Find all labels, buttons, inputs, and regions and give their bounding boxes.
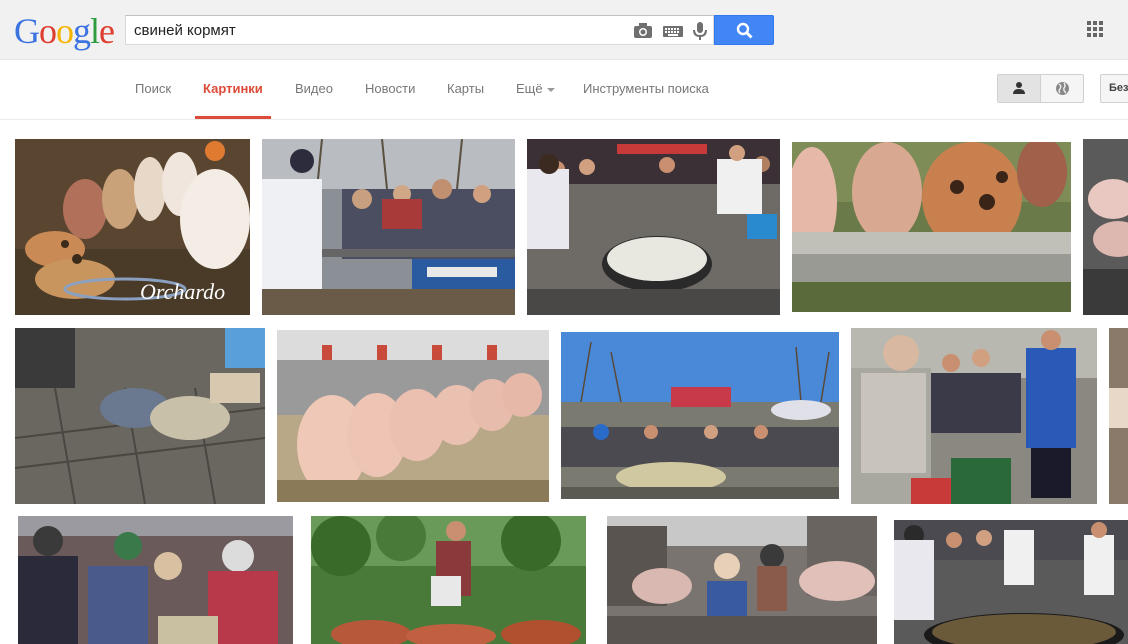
- personal-results-button[interactable]: [998, 75, 1041, 102]
- microphone-icon[interactable]: [689, 21, 711, 41]
- google-logo[interactable]: Google: [14, 11, 115, 51]
- image-result[interactable]: Orchardo: [15, 139, 250, 315]
- image-result[interactable]: [561, 332, 839, 499]
- image-result[interactable]: [527, 139, 780, 315]
- search-icon: [736, 22, 754, 45]
- image-result[interactable]: [311, 516, 586, 644]
- camera-icon[interactable]: [632, 21, 654, 41]
- tab-maps[interactable]: Карты: [447, 81, 484, 96]
- image-result[interactable]: [607, 516, 877, 644]
- active-tab-indicator: [195, 116, 271, 119]
- search-input[interactable]: [134, 16, 624, 44]
- image-result[interactable]: [1109, 328, 1128, 504]
- image-watermark: Orchardo: [140, 279, 225, 304]
- search-button[interactable]: [714, 15, 774, 45]
- image-result[interactable]: [18, 516, 293, 644]
- chevron-down-icon: [546, 87, 555, 92]
- apps-grid-icon[interactable]: [1087, 21, 1104, 38]
- tab-video[interactable]: Видео: [295, 81, 333, 96]
- globe-icon: [1055, 81, 1070, 101]
- keyboard-icon[interactable]: [662, 21, 684, 41]
- search-nav: Поиск Картинки Видео Новости Карты Ещё И…: [0, 61, 1128, 120]
- search-tools-button[interactable]: Инструменты поиска: [583, 81, 709, 96]
- image-result[interactable]: [277, 330, 549, 502]
- image-result[interactable]: [1083, 139, 1128, 315]
- safe-search-button[interactable]: Без: [1100, 74, 1128, 103]
- hide-personal-results-button[interactable]: [1042, 75, 1083, 102]
- search-box: [125, 15, 714, 45]
- image-result[interactable]: [894, 520, 1128, 644]
- image-result[interactable]: [792, 142, 1071, 312]
- image-result[interactable]: [262, 139, 515, 315]
- tab-images[interactable]: Картинки: [203, 81, 263, 96]
- tab-web[interactable]: Поиск: [135, 81, 171, 96]
- results-scope-toggle: [997, 74, 1084, 103]
- image-result[interactable]: [851, 328, 1097, 504]
- tab-news[interactable]: Новости: [365, 81, 415, 96]
- top-bar: Google: [0, 0, 1128, 60]
- image-result[interactable]: [15, 328, 265, 504]
- tab-more-label: Ещё: [516, 81, 543, 96]
- person-icon: [1012, 81, 1026, 100]
- tab-more[interactable]: Ещё: [516, 81, 555, 96]
